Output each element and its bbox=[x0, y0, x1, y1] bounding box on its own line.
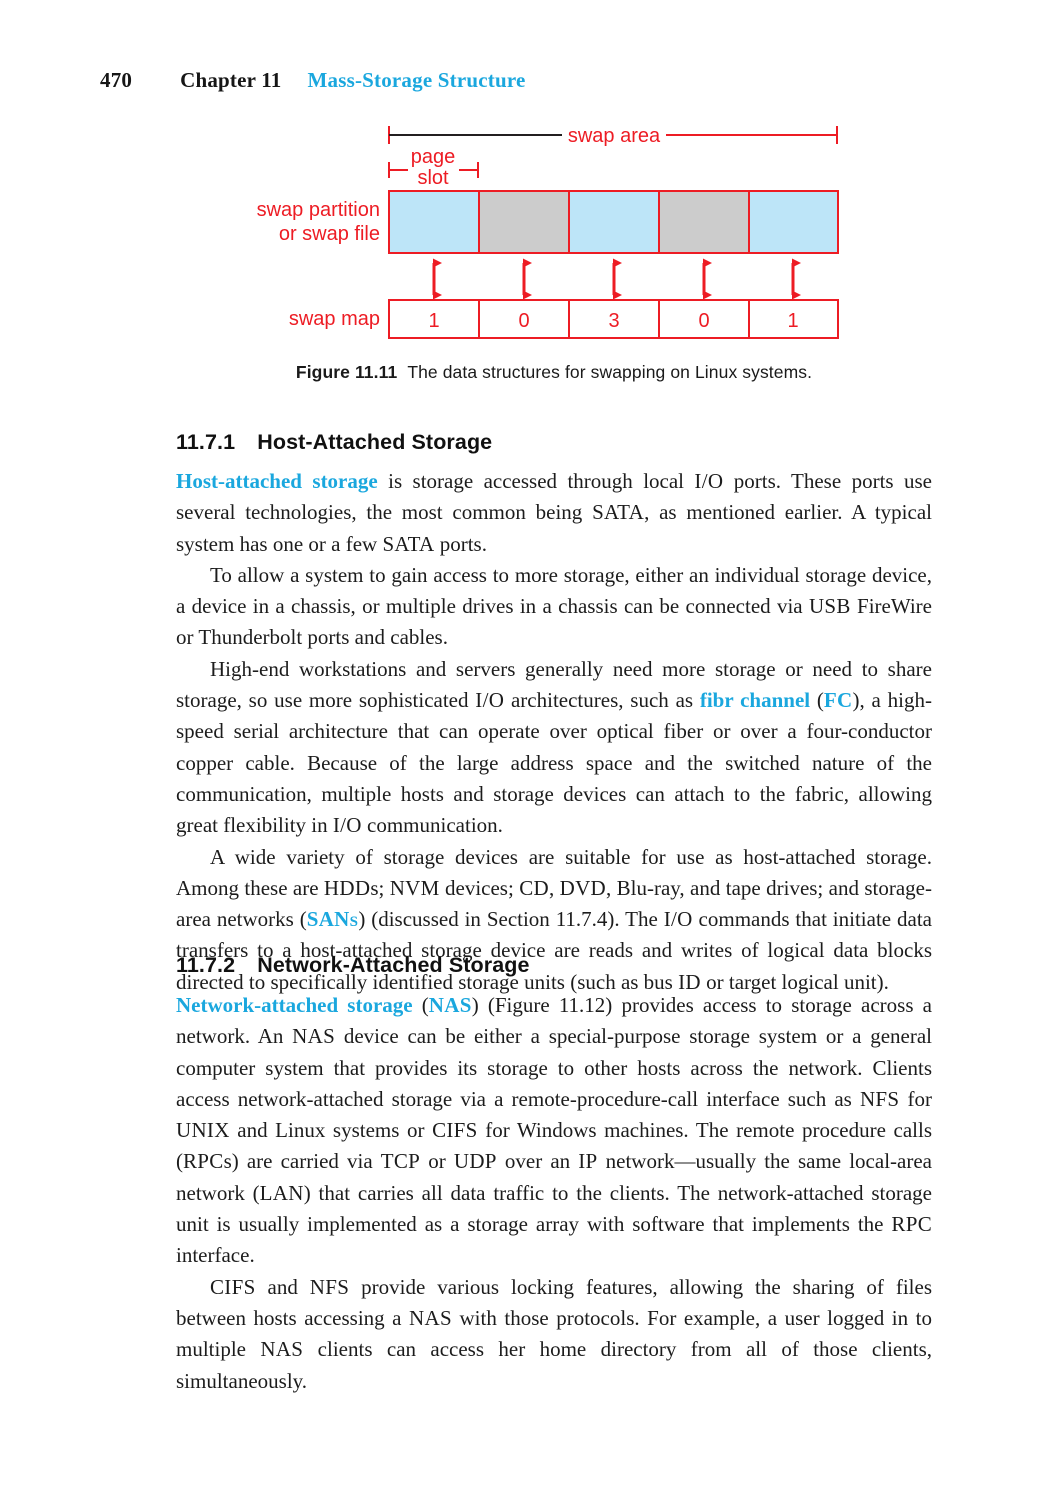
text-run: over an bbox=[496, 1149, 579, 1174]
acronym: SATA bbox=[592, 500, 645, 525]
swap-partition-label-line1: swap partition bbox=[257, 199, 380, 221]
swap-slot-cell bbox=[478, 190, 570, 254]
acronym: USB bbox=[808, 594, 851, 619]
acronym: I/O bbox=[694, 469, 724, 493]
page-slot-label-line1: page bbox=[411, 146, 456, 168]
swap-partition-label-line2: or swap file bbox=[279, 223, 380, 245]
acronym: I/O bbox=[663, 907, 693, 932]
swap-map-value: 3 bbox=[608, 310, 619, 332]
acronym-sans: SAN bbox=[306, 907, 350, 932]
acronym-fc: FC bbox=[823, 688, 853, 713]
text-run: ports. bbox=[434, 531, 487, 556]
acronym: CD bbox=[519, 875, 549, 900]
acronym: RPC bbox=[183, 1149, 224, 1174]
text-run: s; bbox=[370, 875, 390, 900]
paragraph-to-allow-system: To allow a system to gain access to more… bbox=[176, 560, 932, 654]
page-slot-label-line2: slot bbox=[417, 167, 449, 189]
figure-caption-label: Figure 11.11 bbox=[295, 362, 398, 382]
text-run: is storage accessed through local bbox=[377, 469, 695, 493]
paragraph-host-attached-intro: Host-attached storage is storage accesse… bbox=[176, 466, 932, 560]
acronym: LAN bbox=[259, 1180, 304, 1205]
acronym: UDP bbox=[453, 1149, 497, 1174]
chapter-title: Mass-Storage Structure bbox=[307, 68, 526, 92]
text-run: , bbox=[548, 875, 560, 900]
text-run: or bbox=[420, 1149, 454, 1174]
section-11-7-2-body: Network-attached storage (NAS) (Figure 1… bbox=[176, 990, 932, 1397]
swap-link-arrows bbox=[432, 258, 801, 300]
text-run: interface. bbox=[176, 1243, 255, 1268]
acronym: NAS bbox=[292, 1024, 336, 1049]
swap-slot-cell bbox=[748, 190, 839, 254]
heading-11-7-2-number: 11.7.2 bbox=[176, 953, 236, 977]
acronym: CIFS bbox=[432, 1118, 478, 1143]
acronym: SATA bbox=[382, 531, 435, 556]
swap-map-cells: 1 0 3 0 1 bbox=[388, 299, 839, 339]
acronym: NAS bbox=[260, 1337, 304, 1362]
text-run: and Linux systems or bbox=[229, 1118, 433, 1143]
swap-structures-diagram: swap area page slot swap partition or sw… bbox=[257, 125, 839, 339]
swap-partition-cells bbox=[388, 190, 839, 254]
chapter-label: Chapter 11 bbox=[180, 68, 282, 92]
figure-caption-text: The data structures for swapping on Linu… bbox=[407, 362, 813, 382]
swap-slot-cell bbox=[568, 190, 660, 254]
swap-area-label: swap area bbox=[568, 125, 661, 147]
swap-map-value: 1 bbox=[787, 310, 798, 332]
swap-map-value: 0 bbox=[518, 310, 529, 332]
figure-11-11: swap area page slot swap partition or sw… bbox=[0, 110, 1050, 360]
acronym: UNIX bbox=[176, 1118, 230, 1143]
swap-map-label: swap map bbox=[289, 308, 380, 330]
page-number: 470 bbox=[100, 68, 133, 92]
term-network-attached-storage: Network-attached storage bbox=[176, 993, 413, 1017]
acronym: NFS bbox=[859, 1086, 900, 1111]
acronym: NFS bbox=[309, 1274, 350, 1299]
acronym: NAS bbox=[409, 1305, 452, 1330]
heading-11-7-2: 11.7.2 Network-Attached Storage bbox=[176, 953, 530, 978]
acronym: IP bbox=[578, 1149, 598, 1174]
acronym-nas: NAS bbox=[428, 993, 472, 1017]
text-run: ( bbox=[412, 993, 429, 1017]
text-run: for bbox=[899, 1086, 932, 1111]
paragraph-high-end-workstations: High-end workstations and servers genera… bbox=[176, 654, 932, 842]
heading-11-7-1-title: Host-Attached Storage bbox=[257, 430, 493, 454]
swap-map-value: 1 bbox=[428, 310, 439, 332]
paragraph-cifs-nfs-locking: CIFS and NFS provide various locking fea… bbox=[176, 1272, 932, 1397]
text-run: devices; bbox=[439, 875, 520, 900]
swap-slot-cell bbox=[388, 190, 480, 254]
running-head: 470 Chapter 11 Mass-Storage Structure bbox=[100, 68, 940, 98]
text-run: s) are carried via bbox=[223, 1149, 381, 1174]
text-run: architectures, such as bbox=[504, 688, 700, 713]
heading-11-7-1-number: 11.7.1 bbox=[176, 430, 236, 454]
text-run: ) (discussed in Section 11.7.4). The bbox=[358, 907, 664, 932]
acronym: DVD bbox=[559, 875, 607, 900]
acronym: I/O bbox=[332, 813, 362, 838]
acronym: RPC bbox=[891, 1212, 932, 1237]
swap-slot-cell bbox=[658, 190, 750, 254]
acronym: CIFS bbox=[210, 1274, 256, 1299]
heading-11-7-1: 11.7.1 Host-Attached Storage bbox=[176, 430, 492, 455]
textbook-page: 470 Chapter 11 Mass-Storage Structure swap… bbox=[0, 0, 1050, 1500]
section-11-7-1-body: Host-attached storage is storage accesse… bbox=[176, 466, 932, 998]
acronym: HDD bbox=[323, 875, 371, 900]
acronym: I/O bbox=[475, 688, 505, 713]
term-fibre-channel: fibr channel bbox=[699, 688, 811, 713]
heading-11-7-2-title: Network-Attached Storage bbox=[257, 953, 530, 977]
acronym: TCP bbox=[380, 1149, 421, 1174]
figure-caption: Figure 11.11 The data structures for swap… bbox=[176, 362, 932, 383]
text-run: and bbox=[255, 1274, 310, 1299]
term-host-attached-storage: Host-attached storage bbox=[176, 469, 378, 493]
swap-map-value: 0 bbox=[698, 310, 709, 332]
paragraph-nas-intro: Network-attached storage (NAS) (Figure 1… bbox=[176, 990, 932, 1272]
text-run: communication. bbox=[361, 813, 503, 838]
text-run: ( bbox=[810, 688, 824, 713]
acronym-sans-plural: s bbox=[349, 907, 359, 932]
acronym: NVM bbox=[389, 875, 440, 900]
